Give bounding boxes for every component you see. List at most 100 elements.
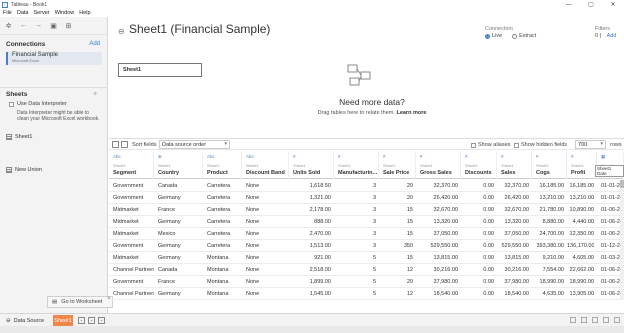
column-header-discounts[interactable]: # Sheet1 Discounts bbox=[461, 151, 497, 179]
data-interpreter-option[interactable]: Use Data Interpreter bbox=[9, 101, 67, 107]
table-cell: Germany bbox=[158, 291, 181, 297]
table-cell: Midmarket bbox=[113, 231, 139, 237]
show-aliases-checkbox[interactable] bbox=[471, 142, 476, 148]
column-header-sales[interactable]: # Sheet1 Sales bbox=[497, 151, 532, 179]
new-dashboard-icon[interactable]: + bbox=[88, 317, 95, 324]
column-header-discount-band[interactable]: Abc Sheet1 Discount Band bbox=[242, 151, 289, 179]
column-source: Sheet1 bbox=[207, 163, 220, 168]
new-story-icon[interactable]: + bbox=[98, 317, 105, 324]
table-cell: Carretera bbox=[207, 243, 231, 249]
show-aliases-option[interactable]: Show aliases bbox=[471, 142, 510, 148]
table-cell: Channel Partners bbox=[113, 267, 154, 273]
grid-view-icon[interactable] bbox=[112, 141, 119, 148]
column-header-gross-sales[interactable]: # Sheet1 Gross Sales bbox=[416, 151, 461, 179]
column-source: Sheet1 bbox=[113, 163, 126, 168]
go-to-worksheet-button[interactable]: ▤ Go to Worksheet bbox=[47, 296, 113, 308]
menu-data[interactable]: Data bbox=[17, 10, 29, 16]
list-view-icon[interactable] bbox=[121, 141, 128, 148]
learn-more-link[interactable]: Learn more bbox=[396, 110, 426, 116]
field-type-icon[interactable]: # bbox=[293, 154, 296, 159]
new-datasource-icon[interactable]: ⊞ bbox=[64, 21, 73, 30]
table-cell: 136,170.00 bbox=[567, 243, 594, 249]
sort-fields-label: Sort fields bbox=[132, 142, 157, 148]
live-radio[interactable]: Live bbox=[485, 33, 502, 39]
add-filter-link[interactable]: Add bbox=[607, 33, 617, 39]
extract-radio[interactable]: Extract bbox=[512, 33, 536, 39]
column-tooltip: Sheet1 Date bbox=[595, 165, 624, 177]
minimize-button[interactable]: — bbox=[558, 0, 580, 9]
menu-file[interactable]: File bbox=[3, 10, 12, 16]
forward-arrow-icon[interactable]: → bbox=[34, 21, 43, 30]
column-header-sale-price[interactable]: # Sheet1 Sale Price bbox=[379, 151, 416, 179]
column-name: Segment bbox=[113, 170, 137, 176]
datasource-title[interactable]: Sheet1 (Financial Sample) bbox=[129, 22, 270, 36]
table-cell: 2,178.00 bbox=[309, 207, 331, 213]
field-type-icon[interactable]: # bbox=[536, 154, 539, 159]
table-cell: 13,210.00 bbox=[539, 195, 564, 201]
table-cell: 37,980.00 bbox=[504, 279, 529, 285]
table-cell: 0.00 bbox=[483, 231, 494, 237]
column-header-units-sold[interactable]: # Sheet1 Units Sold bbox=[289, 151, 334, 179]
maximize-button[interactable]: ▢ bbox=[580, 0, 602, 9]
close-button[interactable]: ✕ bbox=[602, 0, 624, 9]
column-header-segment[interactable]: Abc Sheet1 Segment bbox=[109, 151, 154, 179]
field-type-icon[interactable]: # bbox=[465, 154, 468, 159]
new-union-label: New Union bbox=[15, 167, 42, 173]
field-type-icon[interactable]: Abc bbox=[113, 154, 121, 159]
column-header-manufacturin[interactable]: # Sheet1 Manufacturin... bbox=[334, 151, 379, 179]
search-icon[interactable]: ⌕ bbox=[94, 91, 97, 98]
new-worksheet-icon[interactable]: + bbox=[78, 317, 85, 324]
tab-data-source[interactable]: ⊖ Data Source bbox=[2, 315, 48, 326]
column-header-cogs[interactable]: # Sheet1 Cogs bbox=[532, 151, 567, 179]
sheet-sorter-icon[interactable] bbox=[603, 317, 609, 323]
scrollbar-thumb[interactable] bbox=[620, 180, 624, 188]
sort-fields-select[interactable]: Data source order bbox=[159, 140, 230, 149]
field-type-icon[interactable]: Abc bbox=[207, 154, 215, 159]
show-hidden-checkbox[interactable] bbox=[514, 142, 519, 148]
table-cell: 16,185.00 bbox=[569, 183, 594, 189]
tableau-logo-icon[interactable]: ✲ bbox=[4, 21, 13, 30]
field-type-icon[interactable]: # bbox=[383, 154, 386, 159]
rows-select[interactable]: 700 bbox=[575, 140, 606, 149]
column-name: Manufacturin... bbox=[338, 170, 378, 176]
table-cell: 1,899.00 bbox=[309, 279, 331, 285]
show-aliases-label: Show aliases bbox=[478, 142, 511, 148]
datasource-tab-icon: ⊖ bbox=[6, 317, 11, 324]
field-type-icon[interactable]: # bbox=[338, 154, 341, 159]
show-hidden-option[interactable]: Show hidden fields bbox=[514, 142, 567, 148]
vertical-scrollbar[interactable] bbox=[620, 180, 624, 300]
field-type-icon[interactable]: ▦ bbox=[601, 154, 605, 160]
prev-page-icon[interactable] bbox=[570, 317, 576, 323]
back-arrow-icon[interactable]: ← bbox=[19, 21, 28, 30]
column-header-product[interactable]: Abc Sheet1 Product bbox=[203, 151, 242, 179]
save-icon[interactable]: ▣ bbox=[49, 21, 58, 30]
field-type-icon[interactable]: ⊕ bbox=[158, 154, 162, 160]
table-cell: 37,050.00 bbox=[504, 231, 529, 237]
table-cell: Montana bbox=[207, 279, 229, 285]
tab-sheet1[interactable]: Sheet1 bbox=[53, 315, 73, 326]
table-sheet1[interactable]: Sheet1 bbox=[118, 63, 202, 77]
table-cell: 2,470.00 bbox=[309, 231, 331, 237]
table-cell: Canada bbox=[158, 183, 178, 189]
sheet-item-sheet1[interactable]: Sheet1 bbox=[6, 134, 32, 140]
field-type-icon[interactable]: # bbox=[571, 154, 574, 159]
data-interpreter-checkbox[interactable] bbox=[9, 101, 14, 107]
column-name: Units Sold bbox=[293, 170, 321, 176]
column-header-profit[interactable]: # Sheet1 Profit bbox=[567, 151, 597, 179]
menu-window[interactable]: Window bbox=[55, 10, 75, 16]
grid-layout-icon[interactable] bbox=[592, 317, 598, 323]
table-cell: 15 bbox=[406, 207, 413, 213]
filmstrip-icon[interactable] bbox=[614, 317, 620, 323]
column-name: Cogs bbox=[536, 170, 550, 176]
add-connection-link[interactable]: Add bbox=[89, 41, 100, 47]
next-page-icon[interactable] bbox=[581, 317, 587, 323]
column-header-country[interactable]: ⊕ Sheet1 Country bbox=[154, 151, 203, 179]
field-type-icon[interactable]: # bbox=[420, 154, 423, 159]
connection-item[interactable]: Financial Sample Microsoft Excel bbox=[6, 52, 102, 65]
table-cell: 3 bbox=[372, 219, 376, 225]
new-union-item[interactable]: New Union bbox=[6, 167, 42, 173]
menu-server[interactable]: Server bbox=[34, 10, 50, 16]
menu-help[interactable]: Help bbox=[79, 10, 90, 16]
field-type-icon[interactable]: # bbox=[501, 154, 504, 159]
field-type-icon[interactable]: Abc bbox=[246, 154, 254, 159]
